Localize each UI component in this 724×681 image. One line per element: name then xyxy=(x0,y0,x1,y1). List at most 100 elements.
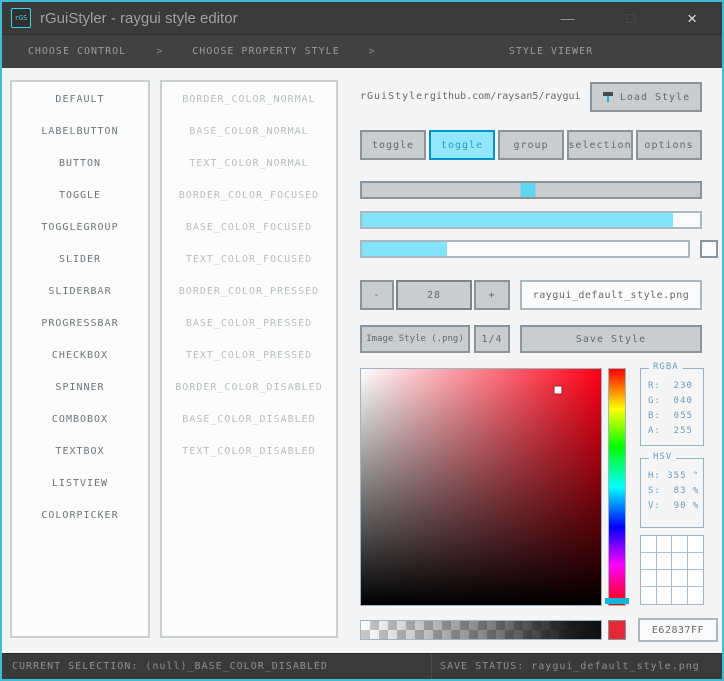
load-style-button[interactable]: Load Style xyxy=(590,82,702,112)
toggle-group: toggle toggle group selection options xyxy=(360,130,702,160)
toggle-button[interactable]: toggle xyxy=(429,130,495,160)
controls-list-item[interactable]: SLIDERBAR xyxy=(12,276,148,308)
color-swatch-grid[interactable] xyxy=(640,535,704,605)
hsv-value-row: S: 83 % xyxy=(648,486,700,496)
controls-list-item[interactable]: PROGRESSBAR xyxy=(12,308,148,340)
swatch-cell[interactable] xyxy=(657,587,672,604)
swatch-cell[interactable] xyxy=(688,587,704,604)
main-area: DEFAULT LABELBUTTON BUTTON TOGGLE TOGGLEGROU… xyxy=(2,68,722,653)
swatch-cell[interactable] xyxy=(672,587,688,604)
swatch-cell[interactable] xyxy=(672,570,688,587)
breadcrumb-separator: > xyxy=(156,46,164,57)
rgba-rows: R: 230 G: 040 B: 055 A: 255 xyxy=(641,369,703,439)
minimize-button[interactable]: — xyxy=(561,11,575,25)
toggle-button[interactable]: selection xyxy=(567,130,633,160)
rgba-value-row: A: 255 xyxy=(648,426,693,436)
properties-list: BORDER_COLOR_NORMAL BASE_COLOR_NORMAL TEXT… xyxy=(160,80,338,638)
controls-list-item[interactable]: COMBOBOX xyxy=(12,404,148,436)
breadcrumb-choose-control: CHOOSE CONTROL xyxy=(27,46,127,57)
toggle-button[interactable]: options xyxy=(636,130,702,160)
breadcrumb-style-viewer: STYLE VIEWER xyxy=(508,46,594,57)
properties-list-item[interactable]: BASE_COLOR_FOCUSED xyxy=(162,212,336,244)
save-status: SAVE STATUS: raygui_default_style.png xyxy=(440,661,700,672)
controls-list-item[interactable]: BUTTON xyxy=(12,148,148,180)
controls-list-item[interactable]: LISTVIEW xyxy=(12,468,148,500)
controls-list-item[interactable]: TOGGLE xyxy=(12,180,148,212)
rgba-groupbox: RGBA R: 230 G: 040 B: 055 A: 255 xyxy=(640,362,704,446)
properties-list-item[interactable]: BASE_COLOR_DISABLED xyxy=(162,404,336,436)
controls-list-item[interactable]: TEXTBOX xyxy=(12,436,148,468)
app-icon: rGS xyxy=(11,8,31,28)
fraction-button[interactable]: 1/4 xyxy=(474,325,510,353)
value-bar-fill xyxy=(362,242,447,256)
properties-list-item[interactable]: BASE_COLOR_PRESSED xyxy=(162,308,336,340)
save-style-button[interactable]: Save Style xyxy=(520,325,702,353)
controls-list-item[interactable]: CHECKBOX xyxy=(12,340,148,372)
app-window: rGS rGuiStyler - raygui style editor — □… xyxy=(0,0,724,681)
hsv-rows: H: 355 ° S: 83 % V: 90 % xyxy=(641,459,703,514)
value-bar[interactable] xyxy=(360,240,690,258)
image-style-button[interactable]: Image Style (.png) xyxy=(360,325,470,353)
properties-list-item[interactable]: TEXT_COLOR_PRESSED xyxy=(162,340,336,372)
controls-list-item[interactable]: SPINNER xyxy=(12,372,148,404)
checkbox[interactable] xyxy=(700,240,718,258)
properties-list-item[interactable]: BASE_COLOR_NORMAL xyxy=(162,116,336,148)
color-picker-panel[interactable] xyxy=(360,368,602,606)
spinner-value[interactable]: 28 xyxy=(396,280,472,310)
toggle-button[interactable]: group xyxy=(498,130,564,160)
hex-value-box[interactable]: E62837FF xyxy=(638,618,718,642)
swatch-cell[interactable] xyxy=(687,570,703,587)
properties-list-item[interactable]: BORDER_COLOR_FOCUSED xyxy=(162,180,336,212)
properties-list-item[interactable]: TEXT_COLOR_DISABLED xyxy=(162,436,336,468)
controls-list-item[interactable]: TOGGLEGROUP xyxy=(12,212,148,244)
slider-handle[interactable] xyxy=(520,183,536,197)
swatch-cell[interactable] xyxy=(656,553,672,570)
controls-list-item[interactable]: COLORPICKER xyxy=(12,500,148,532)
app-name-label: rGuiStyler xyxy=(360,91,431,102)
slider[interactable] xyxy=(360,181,702,199)
picker-marker[interactable] xyxy=(554,386,562,394)
toggle-button[interactable]: toggle xyxy=(360,130,426,160)
controls-list-item[interactable]: LABELBUTTON xyxy=(12,116,148,148)
maximize-button[interactable]: □ xyxy=(627,11,635,25)
swatch-cell[interactable] xyxy=(672,553,688,570)
repo-url-label: github.com/raysan5/raygui xyxy=(430,91,581,102)
properties-list-item[interactable]: BORDER_COLOR_NORMAL xyxy=(162,84,336,116)
controls-list: DEFAULT LABELBUTTON BUTTON TOGGLE TOGGLEGROU… xyxy=(10,80,150,638)
swatch-cell[interactable] xyxy=(687,536,703,553)
spinner-minus-button[interactable]: - xyxy=(360,280,394,310)
progressbar-fill xyxy=(362,213,673,227)
swatch-cell[interactable] xyxy=(641,587,657,604)
hsv-groupbox: HSV H: 355 ° S: 83 % V: 90 % xyxy=(640,452,704,528)
current-selection-status: CURRENT SELECTION: (null)_BASE_COLOR_DIS… xyxy=(2,654,432,679)
close-button[interactable]: × xyxy=(687,10,697,27)
alpha-bar[interactable] xyxy=(360,620,602,640)
controls-list-item[interactable]: DEFAULT xyxy=(12,84,148,116)
swatch-cell[interactable] xyxy=(656,536,672,553)
filename-textbox[interactable]: raygui_default_style.png xyxy=(520,280,702,310)
properties-list-item[interactable]: BORDER_COLOR_DISABLED xyxy=(162,372,336,404)
swatch-cell[interactable] xyxy=(641,536,657,553)
breadcrumb: CHOOSE CONTROL > CHOOSE PROPERTY STYLE >… xyxy=(2,35,722,68)
hsv-value-row: H: 355 ° xyxy=(648,471,700,481)
properties-list-item[interactable]: TEXT_COLOR_NORMAL xyxy=(162,148,336,180)
load-style-label: Load Style xyxy=(619,91,691,103)
title-bar: rGS rGuiStyler - raygui style editor — □… xyxy=(2,2,722,35)
progressbar xyxy=(360,211,702,229)
hsv-label: HSV xyxy=(649,452,677,462)
swatch-cell[interactable] xyxy=(687,553,703,570)
window-controls: — □ × xyxy=(561,10,713,27)
breadcrumb-separator: > xyxy=(368,46,376,57)
rgba-value-row: R: 230 xyxy=(648,381,693,391)
properties-list-item[interactable]: TEXT_COLOR_FOCUSED xyxy=(162,244,336,276)
picked-color-swatch xyxy=(608,620,626,640)
swatch-cell[interactable] xyxy=(641,570,657,587)
properties-list-item[interactable]: BORDER_COLOR_PRESSED xyxy=(162,276,336,308)
controls-list-item[interactable]: SLIDER xyxy=(12,244,148,276)
spinner-plus-button[interactable]: + xyxy=(474,280,510,310)
swatch-cell[interactable] xyxy=(656,570,672,587)
swatch-cell[interactable] xyxy=(641,553,657,570)
hue-bar[interactable] xyxy=(605,368,629,606)
swatch-cell[interactable] xyxy=(672,536,688,553)
hue-handle[interactable] xyxy=(605,598,629,605)
